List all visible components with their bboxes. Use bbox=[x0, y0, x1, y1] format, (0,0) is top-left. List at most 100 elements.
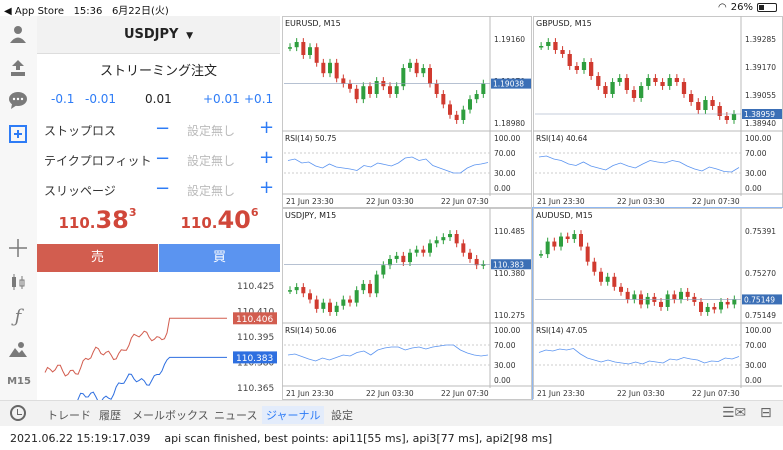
indicator-function-icon[interactable]: ƒ bbox=[6, 304, 30, 328]
rsi-label: RSI(14) 50.06 bbox=[285, 326, 337, 335]
lot-plus-0.1-button[interactable]: +0.1 bbox=[244, 92, 273, 106]
lot-plus-0.01-button[interactable]: +0.01 bbox=[203, 92, 240, 106]
time-axis-label: 22 Jun 03:30 bbox=[617, 389, 665, 398]
candle bbox=[552, 241, 557, 247]
time-axis-label: 22 Jun 03:30 bbox=[617, 197, 665, 206]
candle bbox=[374, 274, 379, 294]
candle bbox=[717, 106, 722, 116]
stop-loss-row: ストップロス − 設定無し + bbox=[37, 116, 280, 146]
new-order-icon[interactable] bbox=[6, 122, 30, 146]
candle bbox=[592, 261, 597, 272]
lot-volume-value[interactable]: 0.01 bbox=[145, 92, 172, 106]
chat-icon[interactable] bbox=[6, 88, 30, 112]
candle bbox=[631, 90, 637, 98]
candle bbox=[394, 255, 399, 259]
timeframe-button[interactable]: M15 bbox=[2, 376, 36, 387]
layout-icon[interactable]: ⊟ bbox=[760, 405, 772, 421]
candle bbox=[334, 62, 339, 79]
tab-settings[interactable]: 設定 bbox=[331, 407, 353, 423]
tab-mailbox[interactable]: メールボックス bbox=[132, 407, 209, 423]
rsi-axis-label: 70.00 bbox=[745, 149, 767, 158]
stop-loss-label: ストップロス bbox=[44, 124, 117, 138]
candle bbox=[659, 301, 663, 307]
rsi-axis-label: 70.00 bbox=[745, 341, 767, 350]
candle bbox=[712, 306, 717, 310]
candle bbox=[603, 86, 608, 94]
candle bbox=[434, 83, 439, 94]
candle bbox=[461, 109, 466, 120]
account-icon[interactable] bbox=[6, 22, 30, 46]
candle bbox=[667, 78, 672, 86]
tick-axis-label: 110.365 bbox=[237, 384, 274, 394]
sell-button[interactable]: 売 bbox=[37, 244, 158, 272]
buy-button[interactable]: 買 bbox=[159, 244, 280, 272]
take-profit-row: テイクプロフィット − 設定無し + bbox=[37, 146, 280, 176]
candle bbox=[539, 254, 543, 256]
take-profit-label: テイクプロフィット bbox=[44, 154, 152, 168]
tab-news[interactable]: ニュース bbox=[214, 407, 257, 423]
chart-eurusd[interactable]: EURUSD, M151.191601.190701.189801.19038R… bbox=[282, 16, 532, 208]
tab-history[interactable]: 履歴 bbox=[99, 407, 121, 423]
candle bbox=[408, 62, 412, 68]
price-tag: 1.19038 bbox=[493, 80, 524, 89]
price-axis-label: 110.380 bbox=[494, 269, 525, 278]
chart-gbpusd[interactable]: GBPUSD, M15 1.39285 1.39170 1.39055 1.38940 1… bbox=[533, 16, 783, 208]
candle bbox=[441, 94, 446, 105]
candle bbox=[314, 299, 319, 309]
ask-tick-line bbox=[44, 317, 227, 377]
rsi-axis-label: 0.00 bbox=[494, 376, 511, 385]
candle bbox=[725, 301, 730, 305]
lot-stepper: -0.1 -0.01 0.01 +0.01 +0.1 bbox=[37, 92, 280, 112]
slippage-minus-button[interactable]: − bbox=[155, 178, 170, 199]
chart-title: USDJPY, M15 bbox=[285, 211, 336, 220]
candle bbox=[610, 82, 615, 94]
stop-loss-value[interactable]: 設定無し bbox=[187, 122, 235, 139]
candle bbox=[672, 294, 677, 300]
take-profit-minus-button[interactable]: − bbox=[155, 148, 170, 169]
ask-tag: 110.406 bbox=[236, 315, 273, 325]
slippage-plus-button[interactable]: + bbox=[259, 177, 274, 198]
candle bbox=[468, 252, 472, 259]
candle bbox=[401, 255, 406, 263]
tab-trade[interactable]: トレード bbox=[47, 407, 91, 423]
candle bbox=[579, 234, 583, 247]
candle bbox=[441, 237, 446, 241]
candle bbox=[294, 42, 299, 48]
rsi-axis-label: 0.00 bbox=[745, 376, 762, 385]
lot-minus-0.01-button[interactable]: -0.01 bbox=[85, 92, 116, 106]
candle bbox=[368, 86, 372, 94]
chart-audusd[interactable]: AUDUSD, M15 0.75391 0.75270 0.75149 0.75149 R… bbox=[532, 207, 783, 401]
candle bbox=[719, 301, 723, 310]
candle bbox=[617, 78, 622, 82]
chevron-down-icon: ▼ bbox=[182, 31, 194, 41]
tab-journal[interactable]: ジャーナル bbox=[262, 406, 325, 424]
candle bbox=[696, 102, 701, 110]
mail-icon[interactable]: ☰✉ bbox=[722, 405, 746, 421]
candle bbox=[565, 236, 570, 240]
price-axis-label: 0.75149 bbox=[745, 311, 776, 320]
rsi-axis-label: 70.00 bbox=[494, 149, 516, 158]
candle bbox=[703, 100, 708, 110]
candle bbox=[474, 94, 479, 100]
symbol-selector[interactable]: USDJPY ▼ bbox=[37, 16, 280, 54]
lot-minus-0.1-button[interactable]: -0.1 bbox=[51, 92, 74, 106]
candle bbox=[361, 283, 366, 291]
chart-usdjpy[interactable]: USDJPY, M15 110.485 110.380 110.275 110.383 R… bbox=[282, 208, 532, 400]
objects-icon[interactable] bbox=[6, 338, 30, 362]
candle bbox=[468, 99, 472, 110]
tick-axis-label: 110.395 bbox=[237, 333, 274, 343]
candle bbox=[394, 86, 399, 94]
deposit-arrows-icon[interactable] bbox=[6, 56, 30, 80]
take-profit-value[interactable]: 設定無し bbox=[187, 152, 235, 169]
chart-eurusd-svg: EURUSD, M151.191601.190701.189801.19038R… bbox=[282, 16, 532, 208]
rsi-axis-label: 70.00 bbox=[494, 341, 516, 350]
stop-loss-plus-button[interactable]: + bbox=[259, 117, 274, 138]
rsi-axis-label: 100.00 bbox=[494, 134, 520, 143]
chart-type-icon[interactable] bbox=[6, 270, 30, 294]
slippage-value[interactable]: 設定無し bbox=[187, 182, 235, 199]
take-profit-plus-button[interactable]: + bbox=[259, 147, 274, 168]
clock-icon[interactable] bbox=[10, 405, 26, 421]
stop-loss-minus-button[interactable]: − bbox=[155, 118, 170, 139]
crosshair-icon[interactable] bbox=[6, 236, 30, 260]
candle bbox=[301, 287, 306, 294]
